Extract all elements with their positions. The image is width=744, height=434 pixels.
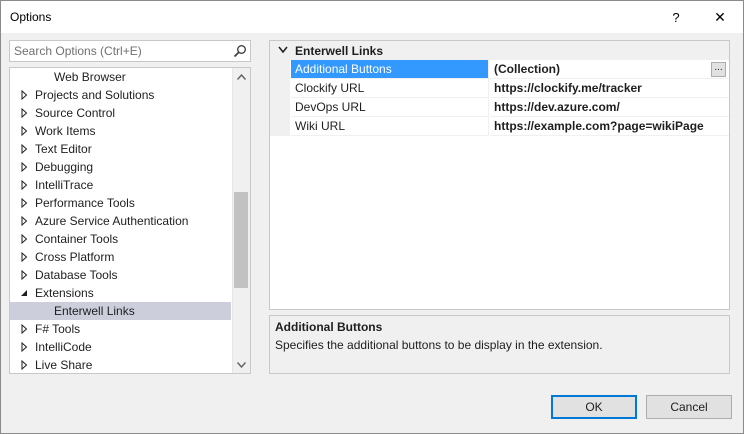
tree-item-label: F# Tools bbox=[35, 322, 81, 336]
tree-item-label: Database Tools bbox=[35, 268, 118, 282]
tree-item[interactable]: Live Share bbox=[10, 356, 231, 374]
tree-item-label: Source Control bbox=[35, 106, 116, 120]
tree-item[interactable]: Web Browser bbox=[10, 68, 231, 86]
tree-item-label: Debugging bbox=[35, 160, 94, 174]
tree-item[interactable]: IntelliCode bbox=[10, 338, 231, 356]
tree-item[interactable]: F# Tools bbox=[10, 320, 231, 338]
property-row[interactable]: DevOps URL https://dev.azure.com/ bbox=[270, 98, 729, 117]
collapsed-arrow-icon[interactable] bbox=[18, 266, 30, 284]
tree-item-label: Enterwell Links bbox=[54, 304, 135, 318]
property-value[interactable]: https://clockify.me/tracker bbox=[490, 79, 729, 98]
tree-item-label: Live Share bbox=[35, 358, 93, 372]
collapsed-arrow-icon[interactable] bbox=[18, 356, 30, 374]
options-tree[interactable]: Web Browser Projects and Solutions Source … bbox=[9, 67, 251, 374]
tree-item-label: Projects and Solutions bbox=[35, 88, 155, 102]
property-value-text: (Collection) bbox=[494, 62, 560, 76]
collapsed-arrow-icon[interactable] bbox=[18, 212, 30, 230]
collapsed-arrow-icon[interactable] bbox=[18, 230, 30, 248]
tree-item[interactable]: Performance Tools bbox=[10, 194, 231, 212]
tree-item[interactable]: Projects and Solutions bbox=[10, 86, 231, 104]
title-bar: Options ? ✕ bbox=[1, 1, 743, 33]
collapsed-arrow-icon[interactable] bbox=[18, 122, 30, 140]
collapsed-arrow-icon[interactable] bbox=[18, 158, 30, 176]
collapsed-arrow-icon[interactable] bbox=[18, 248, 30, 266]
close-button[interactable]: ✕ bbox=[697, 1, 743, 33]
tree-item[interactable]: Extensions bbox=[10, 284, 231, 302]
collapsed-arrow-icon[interactable] bbox=[18, 320, 30, 338]
tree-item[interactable]: Text Editor bbox=[10, 140, 231, 158]
search-options-input[interactable]: Search Options (Ctrl+E) bbox=[9, 40, 251, 62]
search-placeholder: Search Options (Ctrl+E) bbox=[14, 44, 142, 58]
property-name[interactable]: Wiki URL bbox=[291, 117, 489, 136]
tree-item-label: IntelliCode bbox=[35, 340, 92, 354]
collapsed-arrow-icon[interactable] bbox=[18, 176, 30, 194]
tree-item-label: Cross Platform bbox=[35, 250, 115, 264]
property-grid[interactable]: Enterwell Links Additional Buttons (Colle… bbox=[269, 40, 730, 310]
property-row[interactable]: Additional Buttons (Collection)... bbox=[270, 60, 729, 79]
tree-item-label: IntelliTrace bbox=[35, 178, 94, 192]
row-gutter bbox=[270, 60, 290, 79]
collapsed-arrow-icon[interactable] bbox=[18, 104, 30, 122]
tree-item-label: Performance Tools bbox=[35, 196, 135, 210]
tree-item[interactable]: Database Tools bbox=[10, 266, 231, 284]
property-name[interactable]: Clockify URL bbox=[291, 79, 489, 98]
collapsed-arrow-icon[interactable] bbox=[18, 338, 30, 356]
tree-item-label: Web Browser bbox=[54, 70, 126, 84]
tree-item-label: Extensions bbox=[35, 286, 94, 300]
collapse-arrow-icon[interactable] bbox=[278, 45, 288, 55]
tree-item[interactable]: Cross Platform bbox=[10, 248, 231, 266]
category-label: Enterwell Links bbox=[295, 44, 384, 58]
tree-scrollbar[interactable] bbox=[232, 68, 250, 373]
tree-item[interactable]: Container Tools bbox=[10, 230, 231, 248]
row-gutter bbox=[270, 79, 290, 98]
description-panel: Additional Buttons Specifies the additio… bbox=[269, 315, 730, 374]
options-dialog: Options ? ✕ Search Options (Ctrl+E) Web … bbox=[0, 0, 744, 434]
property-value[interactable]: (Collection)... bbox=[490, 60, 729, 79]
tree-item[interactable]: IntelliTrace bbox=[10, 176, 231, 194]
ellipsis-button[interactable]: ... bbox=[711, 62, 726, 77]
property-value-text: https://clockify.me/tracker bbox=[494, 81, 642, 95]
property-row[interactable]: Wiki URL https://example.com?page=wikiPag… bbox=[270, 117, 729, 136]
property-value-text: https://dev.azure.com/ bbox=[494, 100, 620, 114]
tree-item-label: Azure Service Authentication bbox=[35, 214, 189, 228]
tree-item[interactable]: Azure Service Authentication bbox=[10, 212, 231, 230]
window-title: Options bbox=[10, 10, 52, 24]
scroll-up-icon[interactable] bbox=[233, 68, 250, 85]
ok-button[interactable]: OK bbox=[551, 395, 637, 419]
description-title: Additional Buttons bbox=[275, 320, 383, 334]
cancel-button[interactable]: Cancel bbox=[646, 395, 732, 419]
tree-item[interactable]: Work Items bbox=[10, 122, 231, 140]
property-value[interactable]: https://example.com?page=wikiPage bbox=[490, 117, 729, 136]
row-gutter bbox=[270, 98, 290, 117]
tree-item-label: Text Editor bbox=[35, 142, 92, 156]
property-row[interactable]: Clockify URL https://clockify.me/tracker bbox=[270, 79, 729, 98]
collapsed-arrow-icon[interactable] bbox=[18, 140, 30, 158]
expanded-arrow-icon[interactable] bbox=[18, 284, 30, 302]
scroll-down-icon[interactable] bbox=[233, 356, 250, 373]
collapsed-arrow-icon[interactable] bbox=[18, 86, 30, 104]
tree-item-label: Work Items bbox=[35, 124, 96, 138]
row-gutter bbox=[270, 117, 290, 136]
scrollbar-thumb[interactable] bbox=[234, 192, 248, 288]
description-text: Specifies the additional buttons to be d… bbox=[275, 338, 603, 352]
tree-item[interactable]: Debugging bbox=[10, 158, 231, 176]
property-name[interactable]: Additional Buttons bbox=[291, 60, 489, 79]
collapsed-arrow-icon[interactable] bbox=[18, 194, 30, 212]
category-row[interactable]: Enterwell Links bbox=[270, 41, 729, 60]
property-value-text: https://example.com?page=wikiPage bbox=[494, 119, 704, 133]
tree-item-label: Container Tools bbox=[35, 232, 119, 246]
property-value[interactable]: https://dev.azure.com/ bbox=[490, 98, 729, 117]
search-icon[interactable] bbox=[233, 44, 247, 58]
tree-item[interactable]: Enterwell Links bbox=[10, 302, 231, 320]
tree-item[interactable]: Source Control bbox=[10, 104, 231, 122]
help-button[interactable]: ? bbox=[653, 1, 699, 33]
property-name[interactable]: DevOps URL bbox=[291, 98, 489, 117]
